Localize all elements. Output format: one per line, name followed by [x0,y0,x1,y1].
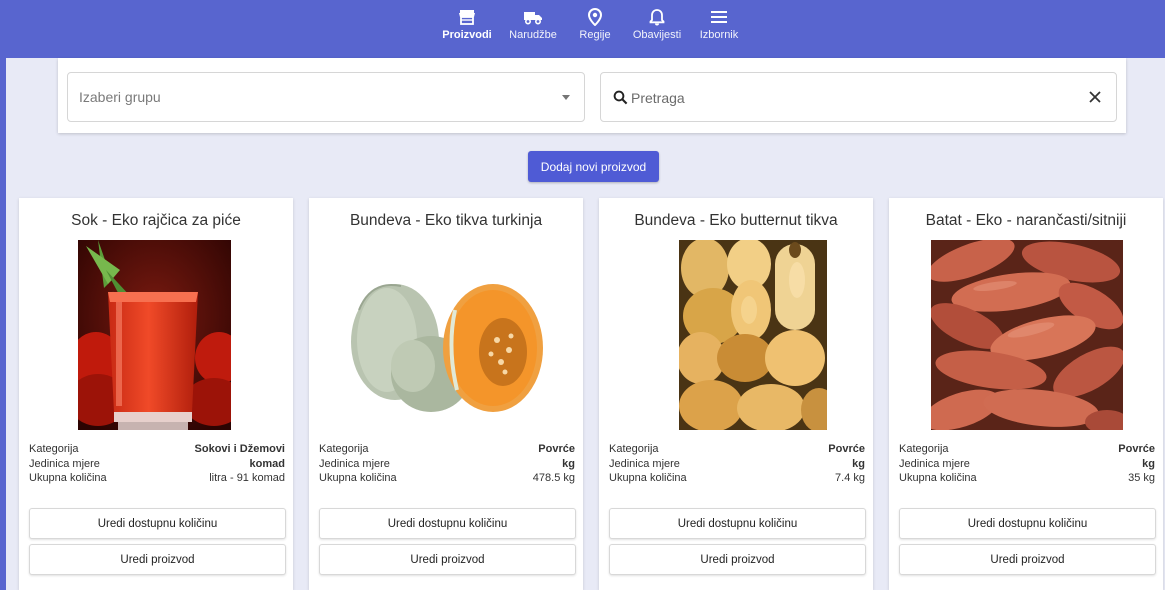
product-card: Bundeva - Eko tikva turkinja Kategorija P… [309,198,583,590]
total-value: 478.5 kg [532,472,575,484]
search-field[interactable] [600,72,1117,122]
tab-obavijesti[interactable]: Obavijesti [624,6,690,54]
product-image-pumpkin [351,240,543,430]
tab-label: Izbornik [699,29,739,41]
unit-value: kg [1142,457,1155,470]
menu-icon [710,6,728,28]
product-attributes: Kategorija Povrće Jedinica mjere kg Ukupna… [899,442,1155,486]
tab-narudzbe[interactable]: Narudžbe [500,6,566,54]
group-select[interactable]: Izaberi grupu [67,72,585,122]
product-image-butternut [679,240,827,430]
search-input[interactable] [631,85,1071,111]
edit-product-button[interactable]: Uredi proizvod [319,544,576,575]
tab-label: Narudžbe [509,29,557,41]
category-label: Kategorija [319,443,369,455]
edit-product-button[interactable]: Uredi proizvod [899,544,1156,575]
dropdown-arrow-icon [562,95,570,100]
product-card: Bundeva - Eko butternut tikva Kategorija… [599,198,873,590]
unit-label: Jedinica mjere [899,457,970,470]
product-title: Bundeva - Eko tikva turkinja [349,212,543,229]
total-label: Ukupna količina [319,472,397,484]
filter-panel: Izaberi grupu [58,58,1126,133]
group-select-placeholder: Izaberi grupu [79,89,161,105]
product-attributes: Kategorija Povrće Jedinica mjere kg Ukupna… [319,442,575,486]
tab-label: Obavijesti [632,29,682,41]
total-value: 35 kg [1128,472,1155,484]
category-label: Kategorija [29,443,79,455]
search-icon [613,90,628,110]
product-attributes: Kategorija Povrće Jedinica mjere kg Ukupna… [609,442,865,486]
truck-icon [523,6,543,28]
location-pin-icon [587,6,603,28]
edit-quantity-button[interactable]: Uredi dostupnu količinu [899,508,1156,539]
category-label: Kategorija [609,443,659,455]
add-product-button[interactable]: Dodaj novi proizvod [528,151,659,182]
edit-product-button[interactable]: Uredi proizvod [29,544,286,575]
store-icon [458,6,476,28]
product-card: Batat - Eko - narančasti/sitniji Kategor… [889,198,1163,590]
product-card: Sok - Eko rajčica za piće Kategorija Soko… [19,198,293,590]
close-icon[interactable] [1088,90,1102,109]
edit-quantity-button[interactable]: Uredi dostupnu količinu [319,508,576,539]
total-label: Ukupna količina [29,472,107,484]
unit-value: komad [249,457,285,470]
product-title: Sok - Eko rajčica za piće [71,212,241,229]
total-value: litra - 91 komad [209,472,285,484]
tab-proizvodi[interactable]: Proizvodi [434,6,500,54]
tab-izbornik[interactable]: Izbornik [690,6,748,54]
edit-quantity-button[interactable]: Uredi dostupnu količinu [29,508,286,539]
bell-icon [649,6,665,28]
left-edge-bar [0,0,6,590]
unit-value: kg [562,457,575,470]
product-title: Bundeva - Eko butternut tikva [634,212,838,229]
product-image-tomato-juice [78,240,231,430]
unit-label: Jedinica mjere [609,457,680,470]
tab-label: Regije [579,29,611,41]
unit-value: kg [852,457,865,470]
tab-regije[interactable]: Regije [566,6,624,54]
product-title: Batat - Eko - narančasti/sitniji [925,212,1127,229]
category-value: Povrće [828,443,865,455]
edit-product-button[interactable]: Uredi proizvod [609,544,866,575]
category-value: Sokovi i Džemovi [194,443,285,455]
total-label: Ukupna količina [899,472,977,484]
category-value: Povrće [1118,443,1155,455]
unit-label: Jedinica mjere [319,457,390,470]
product-image-sweet-potatoes [931,240,1123,430]
total-value: 7.4 kg [835,472,865,484]
total-label: Ukupna količina [609,472,687,484]
edit-quantity-button[interactable]: Uredi dostupnu količinu [609,508,866,539]
unit-label: Jedinica mjere [29,457,100,470]
tab-label: Proizvodi [442,29,492,41]
product-attributes: Kategorija Sokovi i Džemovi Jedinica mjer… [29,442,285,486]
category-label: Kategorija [899,443,949,455]
category-value: Povrće [538,443,575,455]
